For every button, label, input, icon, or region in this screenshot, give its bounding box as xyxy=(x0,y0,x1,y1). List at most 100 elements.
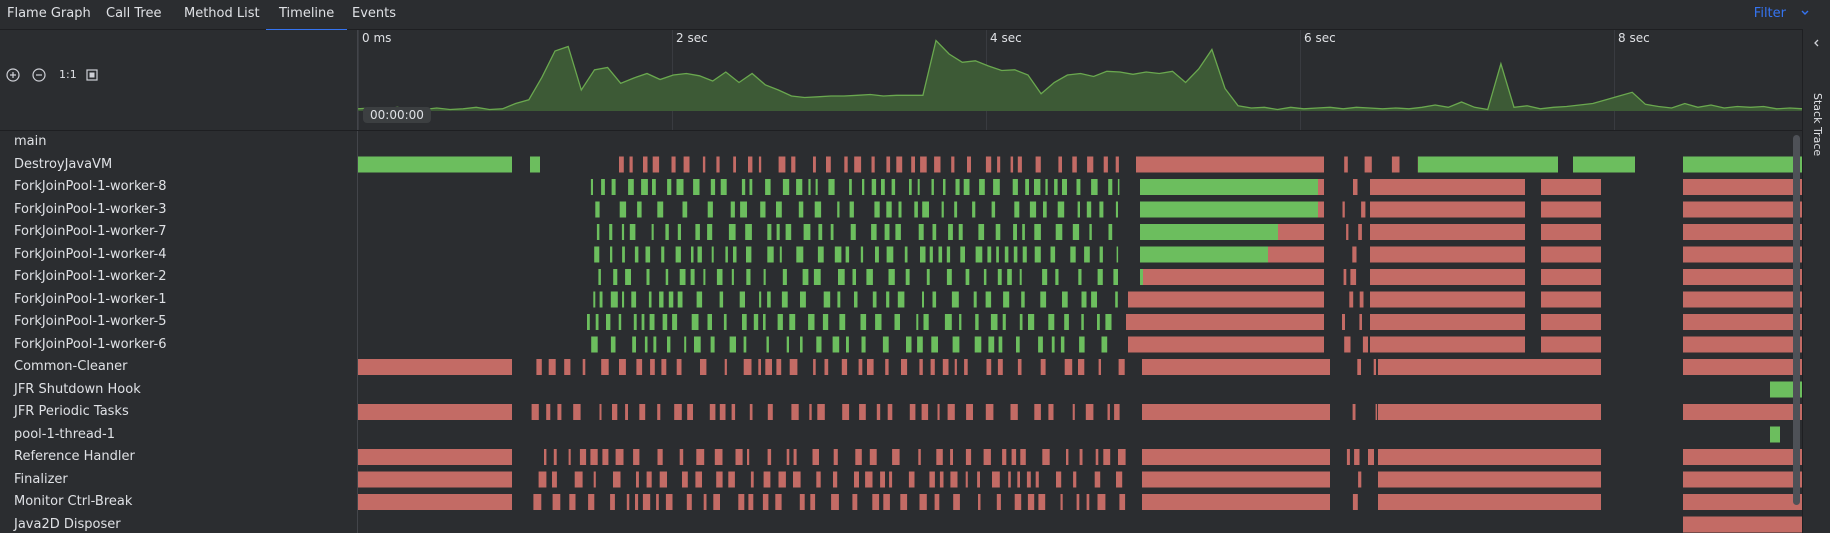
running-segment[interactable] xyxy=(1012,179,1018,195)
running-segment[interactable] xyxy=(1028,314,1035,330)
running-segment[interactable] xyxy=(682,201,688,218)
waiting-segment[interactable] xyxy=(748,156,753,173)
waiting-segment[interactable] xyxy=(646,471,652,488)
running-segment[interactable] xyxy=(765,179,771,195)
waiting-segment[interactable] xyxy=(1370,246,1525,263)
waiting-segment[interactable] xyxy=(1358,224,1362,240)
waiting-segment[interactable] xyxy=(582,359,586,375)
running-segment[interactable] xyxy=(766,336,769,353)
waiting-segment[interactable] xyxy=(358,471,512,488)
waiting-segment[interactable] xyxy=(714,449,723,465)
waiting-segment[interactable] xyxy=(793,449,797,465)
running-segment[interactable] xyxy=(1003,291,1010,308)
running-segment[interactable] xyxy=(1045,179,1048,195)
running-segment[interactable] xyxy=(667,336,671,353)
waiting-segment[interactable] xyxy=(1038,494,1046,510)
waiting-segment[interactable] xyxy=(564,359,571,375)
waiting-segment[interactable] xyxy=(934,156,941,173)
waiting-segment[interactable] xyxy=(1017,156,1022,173)
thread-row[interactable]: main xyxy=(0,131,357,154)
waiting-segment[interactable] xyxy=(786,449,790,465)
running-segment[interactable] xyxy=(1418,156,1558,173)
waiting-segment[interactable] xyxy=(1352,246,1357,263)
waiting-segment[interactable] xyxy=(842,404,850,420)
waiting-segment[interactable] xyxy=(593,471,596,488)
waiting-segment[interactable] xyxy=(1683,224,1803,240)
running-segment[interactable] xyxy=(1002,314,1006,330)
waiting-segment[interactable] xyxy=(1541,224,1601,240)
running-segment[interactable] xyxy=(1034,179,1041,195)
waiting-segment[interactable] xyxy=(1378,494,1548,510)
waiting-segment[interactable] xyxy=(1078,359,1085,375)
waiting-segment[interactable] xyxy=(918,449,921,465)
running-segment[interactable] xyxy=(781,291,788,308)
waiting-segment[interactable] xyxy=(826,156,831,173)
waiting-segment[interactable] xyxy=(942,359,949,375)
waiting-segment[interactable] xyxy=(997,156,1001,173)
running-segment[interactable] xyxy=(618,314,622,330)
running-segment[interactable] xyxy=(1022,224,1025,240)
running-segment[interactable] xyxy=(839,314,846,330)
tab-timeline[interactable]: Timeline xyxy=(266,0,348,31)
running-segment[interactable] xyxy=(707,201,713,218)
running-segment[interactable] xyxy=(818,224,823,240)
waiting-segment[interactable] xyxy=(885,359,889,375)
running-segment[interactable] xyxy=(598,269,601,285)
waiting-segment[interactable] xyxy=(671,156,676,173)
waiting-segment[interactable] xyxy=(1268,246,1324,263)
waiting-segment[interactable] xyxy=(1364,156,1372,173)
waiting-segment[interactable] xyxy=(1683,201,1803,218)
running-segment[interactable] xyxy=(923,314,929,330)
waiting-segment[interactable] xyxy=(1010,156,1014,173)
waiting-segment[interactable] xyxy=(625,404,628,420)
running-segment[interactable] xyxy=(1140,179,1318,195)
running-segment[interactable] xyxy=(595,314,599,330)
waiting-segment[interactable] xyxy=(1011,449,1017,465)
running-segment[interactable] xyxy=(834,246,842,263)
running-segment[interactable] xyxy=(1072,224,1080,240)
running-segment[interactable] xyxy=(975,314,979,330)
waiting-segment[interactable] xyxy=(696,449,705,465)
running-segment[interactable] xyxy=(972,201,976,218)
thread-row[interactable]: JFR Shutdown Hook xyxy=(0,379,357,402)
running-segment[interactable] xyxy=(763,269,766,285)
running-segment[interactable] xyxy=(621,224,625,240)
running-segment[interactable] xyxy=(926,269,930,285)
waiting-segment[interactable] xyxy=(1020,449,1026,465)
waiting-segment[interactable] xyxy=(997,359,1003,375)
waiting-segment[interactable] xyxy=(1541,246,1601,263)
waiting-segment[interactable] xyxy=(996,494,1001,510)
running-segment[interactable] xyxy=(740,201,747,218)
waiting-segment[interactable] xyxy=(909,404,916,420)
waiting-segment[interactable] xyxy=(661,359,667,375)
waiting-segment[interactable] xyxy=(978,494,981,510)
waiting-segment[interactable] xyxy=(966,404,973,420)
running-segment[interactable] xyxy=(659,291,664,308)
running-segment[interactable] xyxy=(917,336,923,353)
running-segment[interactable] xyxy=(965,269,970,285)
thread-row[interactable]: ForkJoinPool-1-worker-4 xyxy=(0,244,357,267)
running-segment[interactable] xyxy=(789,314,796,330)
waiting-segment[interactable] xyxy=(702,156,706,173)
waiting-segment[interactable] xyxy=(844,156,848,173)
waiting-segment[interactable] xyxy=(548,359,556,375)
running-segment[interactable] xyxy=(808,179,811,195)
waiting-segment[interactable] xyxy=(639,404,646,420)
running-segment[interactable] xyxy=(1081,291,1087,308)
running-segment[interactable] xyxy=(816,336,822,353)
running-segment[interactable] xyxy=(610,291,618,308)
running-segment[interactable] xyxy=(997,269,1002,285)
waiting-segment[interactable] xyxy=(1035,471,1039,488)
waiting-segment[interactable] xyxy=(1541,449,1601,465)
waiting-segment[interactable] xyxy=(965,449,972,465)
running-segment[interactable] xyxy=(710,179,716,195)
waiting-segment[interactable] xyxy=(731,404,736,420)
waiting-segment[interactable] xyxy=(983,449,991,465)
waiting-segment[interactable] xyxy=(713,494,720,510)
waiting-segment[interactable] xyxy=(1116,471,1123,488)
running-segment[interactable] xyxy=(767,291,771,308)
thread-row[interactable]: ForkJoinPool-1-worker-6 xyxy=(0,334,357,357)
waiting-segment[interactable] xyxy=(1342,314,1345,330)
thread-state-chart[interactable] xyxy=(358,131,1803,533)
tab-call-tree[interactable]: Call Tree xyxy=(106,0,162,29)
